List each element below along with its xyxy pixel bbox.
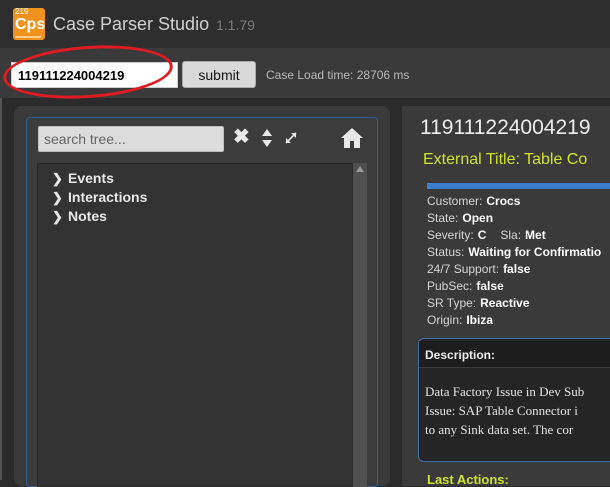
srtype-label: SR Type:	[427, 296, 477, 310]
customer-label: Customer:	[427, 194, 483, 208]
status-label: Status:	[427, 245, 465, 259]
description-label: Description:	[425, 348, 496, 362]
field-srtype: SR Type: Reactive	[427, 296, 530, 310]
tree-item-label: Notes	[68, 208, 107, 224]
logo-stripe	[15, 36, 41, 38]
customer-value: Crocs	[486, 194, 521, 208]
field-origin: Origin: Ibiza	[427, 313, 493, 327]
case-progress-bar	[427, 183, 610, 189]
external-title: External Title: Table Co	[423, 151, 588, 168]
logo-text: Cps	[15, 16, 46, 33]
window-edge	[0, 98, 2, 480]
case-progress-fill	[427, 183, 610, 189]
field-state: State: Open	[427, 211, 493, 225]
sla-value: Met	[525, 228, 546, 242]
home-icon[interactable]	[340, 127, 364, 149]
tree-scrollbar[interactable]	[353, 163, 367, 487]
srtype-value: Reactive	[480, 296, 530, 310]
tree-item-notes[interactable]: ❯ Notes	[52, 207, 107, 225]
state-value: Open	[462, 211, 494, 225]
support-label: 24/7 Support:	[427, 262, 500, 276]
chevron-right-icon: ❯	[52, 171, 63, 186]
submit-button[interactable]: submit	[182, 61, 256, 88]
field-customer: Customer: Crocs	[427, 194, 520, 208]
close-icon[interactable]: ✖	[233, 126, 250, 148]
field-severity: Severity: C Sla: Met	[427, 228, 546, 242]
status-value: Waiting for Confirmatio	[468, 245, 602, 259]
description-line: to any Sink data set. The cor	[425, 422, 574, 437]
tree-item-interactions[interactable]: ❯ Interactions	[52, 188, 147, 206]
severity-value: C	[477, 228, 487, 242]
field-support: 24/7 Support: false	[427, 262, 530, 276]
case-number-input[interactable]	[11, 62, 178, 88]
field-status: Status: Waiting for Confirmatio	[427, 245, 601, 259]
severity-label: Severity:	[427, 228, 474, 242]
field-pubsec: PubSec: false	[427, 279, 504, 293]
case-number-heading: 119111224004219	[420, 116, 591, 139]
expand-icon[interactable]	[284, 131, 298, 145]
sort-icon[interactable]	[261, 128, 273, 148]
app-title: Case Parser Studio	[53, 14, 210, 34]
pubsec-label: PubSec:	[427, 279, 473, 293]
tree-search-input[interactable]	[38, 126, 224, 152]
tree-item-events[interactable]: ❯ Events	[52, 169, 114, 187]
tree-item-label: Events	[68, 170, 114, 186]
origin-value: Ibiza	[466, 313, 494, 327]
pubsec-value: false	[476, 279, 504, 293]
logo-version: 219	[15, 7, 29, 16]
app-logo: 219 Cps	[13, 8, 45, 40]
state-label: State:	[427, 211, 459, 225]
chevron-right-icon: ❯	[52, 209, 63, 224]
scroll-up-icon[interactable]	[356, 166, 364, 172]
description-line: Data Factory Issue in Dev Sub	[425, 384, 585, 399]
load-time-text: Case Load time: 28706 ms	[266, 68, 410, 82]
chevron-right-icon: ❯	[52, 190, 63, 205]
origin-label: Origin:	[427, 313, 463, 327]
app-version: 1.1.79	[216, 17, 255, 33]
tree-item-label: Interactions	[68, 189, 148, 205]
support-value: false	[503, 262, 531, 276]
description-line: Issue: SAP Table Connector i	[425, 403, 578, 418]
sla-label: Sla:	[500, 228, 522, 242]
